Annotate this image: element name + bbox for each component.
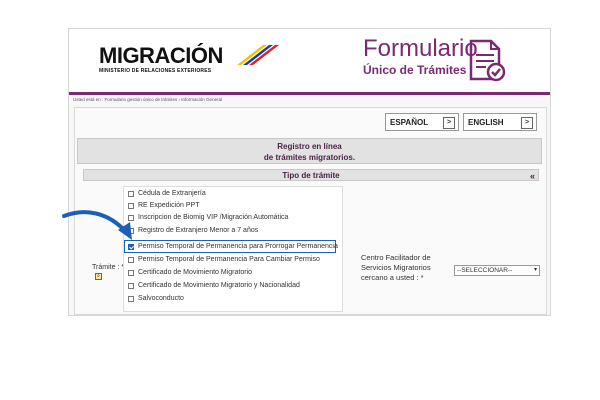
page-frame: MIGRACIÓN MINISTERIO DE RELACIONES EXTER… <box>68 28 551 316</box>
breadcrumb: Usted está en : Formulario gestión único… <box>73 97 223 102</box>
option-ptp-prorrogar[interactable]: Permiso Temporal de Permanencia para Pro… <box>128 241 338 252</box>
option-cert-mov[interactable]: Certificado de Movimiento Migratorio <box>128 267 252 278</box>
option-cedula[interactable]: Cédula de Extranjería <box>128 188 206 199</box>
tipo-tramite-title: Tipo de trámite <box>282 171 340 180</box>
header: MIGRACIÓN MINISTERIO DE RELACIONES EXTER… <box>69 29 550 95</box>
english-label: ENGLISH <box>468 118 504 127</box>
option-label: Permiso Temporal de Permanencia para Pro… <box>138 243 338 250</box>
option-biomig[interactable]: Inscripcion de Biomig VIP /Migración Aut… <box>128 212 288 223</box>
checkbox[interactable] <box>128 269 134 276</box>
option-salvoconducto[interactable]: Salvoconducto <box>128 293 184 304</box>
checkbox[interactable] <box>128 282 134 289</box>
logo-subtitle: MINISTERIO DE RELACIONES EXTERIORES <box>99 68 212 74</box>
spanish-button[interactable]: ESPAÑOL > <box>385 113 459 131</box>
option-label: Registro de Extranjero Menor a 7 años <box>138 227 259 234</box>
flag-stripes-icon <box>237 45 279 65</box>
search-icon[interactable]: ⌕ <box>95 273 102 280</box>
option-label: Certificado de Movimiento Migratorio <box>138 269 252 276</box>
registro-line1: Registro en línea <box>277 142 342 151</box>
option-label: Permiso Temporal de Permanencia Para Cam… <box>138 256 320 263</box>
spanish-label: ESPAÑOL <box>390 118 429 127</box>
option-label: Inscripcion de Biomig VIP /Migración Aut… <box>138 214 289 221</box>
registro-header: Registro en línea de trámites migratorio… <box>77 138 542 164</box>
option-label: Certificado de Movimiento Migratorio y N… <box>138 282 300 289</box>
form-title-line2: Único de Trámites <box>363 63 467 77</box>
form-title: Formulario Único de Trámites <box>363 35 478 78</box>
collapse-icon[interactable]: « <box>530 170 535 182</box>
option-label: Salvoconducto <box>138 295 184 302</box>
option-menor[interactable]: Registro de Extranjero Menor a 7 años <box>128 225 258 236</box>
chevron-right-icon: > <box>443 117 455 129</box>
tramite-label: Trámite : * <box>92 264 125 271</box>
option-label: RE Expedición PPT <box>138 202 200 209</box>
chevron-down-icon: ▾ <box>533 267 537 273</box>
logo-title: MIGRACIÓN <box>99 43 223 68</box>
option-cert-mov-nac[interactable]: Certificado de Movimiento Migratorio y N… <box>128 280 300 291</box>
centro-facilitador-select[interactable]: --SELECCIONAR-- ▾ <box>454 265 540 276</box>
pointer-arrow-icon <box>62 210 132 240</box>
centro-facilitador-label: Centro Facilitador de Servicios Migrator… <box>361 253 431 282</box>
registro-line2: de trámites migratorios. <box>263 153 356 162</box>
tipo-tramite-bar: Tipo de trámite « <box>83 169 539 181</box>
english-button[interactable]: ENGLISH > <box>463 113 537 131</box>
document-check-icon <box>469 39 506 82</box>
tramite-options-list: Cédula de Extranjería RE Expedición PPT … <box>123 186 343 312</box>
migracion-logo: MIGRACIÓN MINISTERIO DE RELACIONES EXTER… <box>99 43 279 74</box>
select-value: --SELECCIONAR-- <box>457 267 513 274</box>
checkbox[interactable] <box>128 256 134 263</box>
checkbox[interactable] <box>128 295 134 302</box>
option-label: Cédula de Extranjería <box>138 190 206 197</box>
form-content: ESPAÑOL > ENGLISH > Registro en línea de… <box>74 107 547 315</box>
form-title-line1: Formulario <box>363 35 478 62</box>
checkbox[interactable] <box>128 190 134 197</box>
chevron-right-icon: > <box>521 117 533 129</box>
option-ptp-cambiar[interactable]: Permiso Temporal de Permanencia Para Cam… <box>128 254 320 265</box>
